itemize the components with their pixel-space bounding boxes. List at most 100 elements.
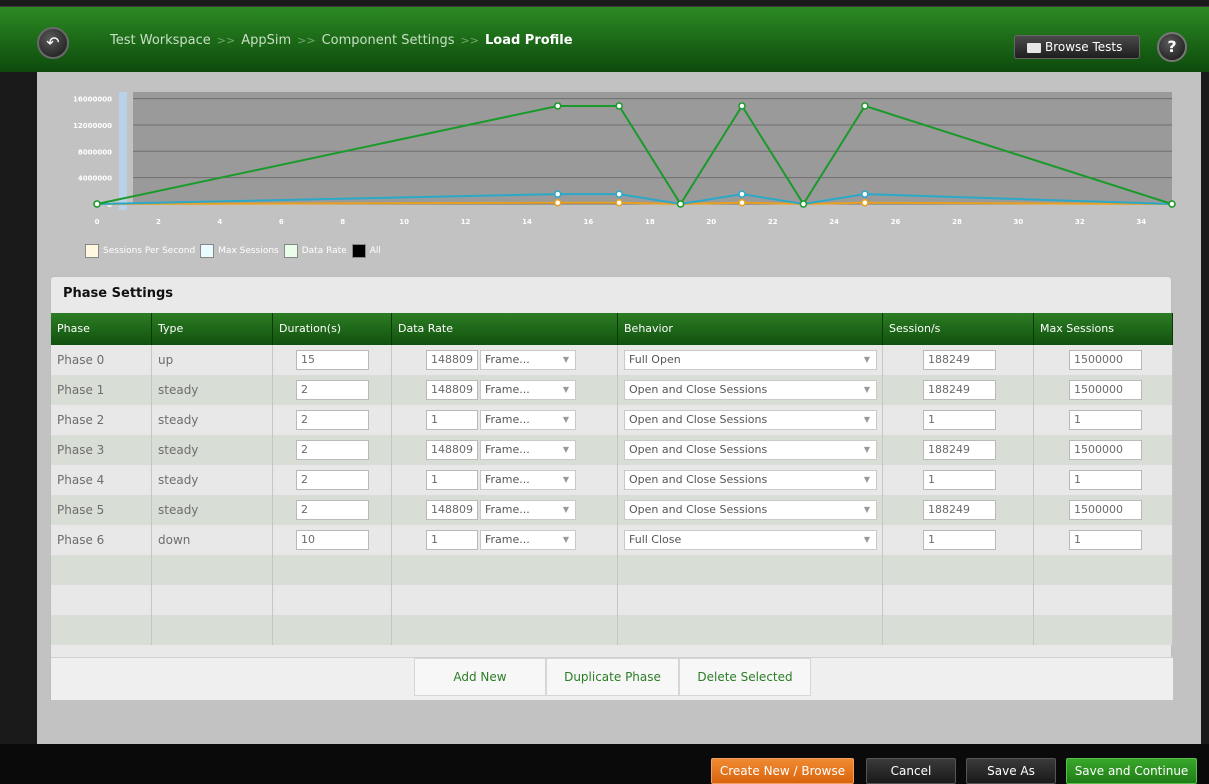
column-header[interactable]: Max Sessions [1034, 313, 1173, 345]
duration-input[interactable]: 2 [296, 380, 369, 400]
table-row[interactable] [51, 585, 1173, 615]
legend-swatch-icon [200, 244, 215, 258]
behavior-select[interactable]: Open and Close Sessions ▼ [624, 440, 877, 460]
delete-selected-button[interactable]: Delete Selected [679, 658, 811, 696]
max-sessions-input[interactable]: 1500000 [1069, 380, 1142, 400]
sessions-per-second-input[interactable]: 1 [923, 530, 996, 550]
back-button[interactable]: ↶ [37, 27, 69, 59]
duration-input[interactable]: 2 [296, 470, 369, 490]
duration-input[interactable]: 10 [296, 530, 369, 550]
table-row[interactable]: Phase 1 steady 2 148809 Frame... ▼ Open and Cl… [51, 375, 1173, 405]
column-header[interactable]: Data Rate [392, 313, 618, 345]
max-sessions-input[interactable]: 1 [1069, 410, 1142, 430]
data-point[interactable] [738, 190, 746, 198]
column-header[interactable]: Session/s [883, 313, 1034, 345]
data-point[interactable] [738, 102, 746, 110]
data-rate-input[interactable]: 148809 [426, 350, 478, 370]
behavior-select[interactable]: Open and Close Sessions ▼ [624, 380, 877, 400]
help-button[interactable]: ? [1157, 32, 1187, 62]
rate-unit-select[interactable]: Frame... ▼ [480, 470, 576, 490]
table-row[interactable]: Phase 5 steady 2 148809 Frame... ▼ Open and Cl… [51, 495, 1173, 525]
data-rate-input[interactable]: 1 [426, 470, 478, 490]
sessions-per-second-input[interactable]: 188249 [923, 500, 996, 520]
table-row[interactable]: Phase 2 steady 2 1 Frame... ▼ Open and Close S… [51, 405, 1173, 435]
duration-input[interactable]: 15 [296, 350, 369, 370]
breadcrumb-item-appsim[interactable]: AppSim [241, 33, 291, 48]
chevron-down-icon: ▼ [863, 415, 870, 424]
add-new-button[interactable]: Add New [414, 658, 546, 696]
table-row[interactable] [51, 615, 1173, 645]
max-sessions-input[interactable]: 1500000 [1069, 350, 1142, 370]
max-sessions-input[interactable]: 1500000 [1069, 440, 1142, 460]
data-point[interactable] [553, 199, 562, 207]
behavior-select[interactable]: Full Close ▼ [624, 530, 877, 550]
breadcrumb-item-workspace[interactable]: Test Workspace [110, 33, 211, 48]
duration-input[interactable]: 2 [296, 500, 369, 520]
save-and-continue-button[interactable]: Save and Continue [1066, 758, 1197, 784]
column-header[interactable]: Behavior [618, 313, 883, 345]
max-sessions-input[interactable]: 1500000 [1069, 500, 1142, 520]
data-rate-input[interactable]: 148809 [426, 500, 478, 520]
data-point[interactable] [738, 199, 746, 207]
save-as-button[interactable]: Save As [966, 758, 1056, 784]
data-point[interactable] [799, 200, 808, 208]
data-point[interactable] [615, 190, 623, 198]
browse-tests-button[interactable]: Browse Tests [1014, 35, 1140, 59]
cancel-button[interactable]: Cancel [866, 758, 956, 784]
data-point[interactable] [553, 102, 562, 110]
data-point[interactable] [861, 190, 869, 198]
behavior-select[interactable]: Open and Close Sessions ▼ [624, 470, 877, 490]
data-rate-input[interactable]: 1 [426, 530, 478, 550]
sessions-per-second-input[interactable]: 188249 [923, 440, 996, 460]
duration-input[interactable]: 2 [296, 410, 369, 430]
table-cell [883, 555, 1034, 585]
create-new-browse-button[interactable]: Create New / Browse [711, 758, 854, 784]
phase-name: Phase 5 [57, 503, 105, 517]
duration-input[interactable]: 2 [296, 440, 369, 460]
column-header[interactable]: Duration(s) [273, 313, 392, 345]
data-point[interactable] [676, 200, 685, 208]
data-point[interactable] [1168, 200, 1176, 208]
phase-type: steady [158, 413, 199, 427]
legend-item[interactable]: All [351, 244, 381, 258]
sessions-per-second-input[interactable]: 1 [923, 410, 996, 430]
phase-name: Phase 0 [57, 353, 105, 367]
data-point[interactable] [861, 199, 869, 207]
table-row[interactable] [51, 555, 1173, 585]
data-rate-input[interactable]: 148809 [426, 380, 478, 400]
rate-unit-select[interactable]: Frame... ▼ [480, 410, 576, 430]
table-cell: 1 [1034, 405, 1173, 435]
column-header[interactable]: Type [152, 313, 273, 345]
table-row[interactable]: Phase 6 down 10 1 Frame... ▼ Full Close ▼ 1 1 [51, 525, 1173, 555]
legend-item[interactable]: Sessions Per Second [85, 244, 195, 258]
sessions-per-second-input[interactable]: 188249 [923, 350, 996, 370]
data-point[interactable] [93, 200, 101, 208]
table-row[interactable]: Phase 4 steady 2 1 Frame... ▼ Open and Close S… [51, 465, 1173, 495]
table-row[interactable]: Phase 0 up 15 148809 Frame... ▼ Full Open ▼ 1882… [51, 345, 1173, 375]
rate-unit-select[interactable]: Frame... ▼ [480, 380, 576, 400]
rate-unit-select[interactable]: Frame... ▼ [480, 530, 576, 550]
sessions-per-second-input[interactable]: 188249 [923, 380, 996, 400]
duplicate-phase-button[interactable]: Duplicate Phase [546, 658, 679, 696]
sessions-per-second-input[interactable]: 1 [923, 470, 996, 490]
behavior-select[interactable]: Full Open ▼ [624, 350, 877, 370]
legend-item[interactable]: Data Rate [283, 244, 347, 258]
rate-unit-select[interactable]: Frame... ▼ [480, 350, 576, 370]
legend-label: Data Rate [301, 246, 347, 256]
column-header[interactable]: Phase [51, 313, 152, 345]
data-rate-input[interactable]: 148809 [426, 440, 478, 460]
table-row[interactable]: Phase 3 steady 2 148809 Frame... ▼ Open and Cl… [51, 435, 1173, 465]
breadcrumb-item-component-settings[interactable]: Component Settings [322, 33, 455, 48]
data-rate-input[interactable]: 1 [426, 410, 478, 430]
rate-unit-select[interactable]: Frame... ▼ [480, 500, 576, 520]
behavior-select[interactable]: Open and Close Sessions ▼ [624, 500, 877, 520]
data-point[interactable] [615, 102, 623, 110]
data-point[interactable] [861, 102, 869, 110]
max-sessions-input[interactable]: 1 [1069, 470, 1142, 490]
behavior-select[interactable]: Open and Close Sessions ▼ [624, 410, 877, 430]
data-point[interactable] [553, 190, 562, 198]
max-sessions-input[interactable]: 1 [1069, 530, 1142, 550]
legend-item[interactable]: Max Sessions [200, 244, 279, 258]
data-point[interactable] [615, 199, 623, 207]
rate-unit-select[interactable]: Frame... ▼ [480, 440, 576, 460]
